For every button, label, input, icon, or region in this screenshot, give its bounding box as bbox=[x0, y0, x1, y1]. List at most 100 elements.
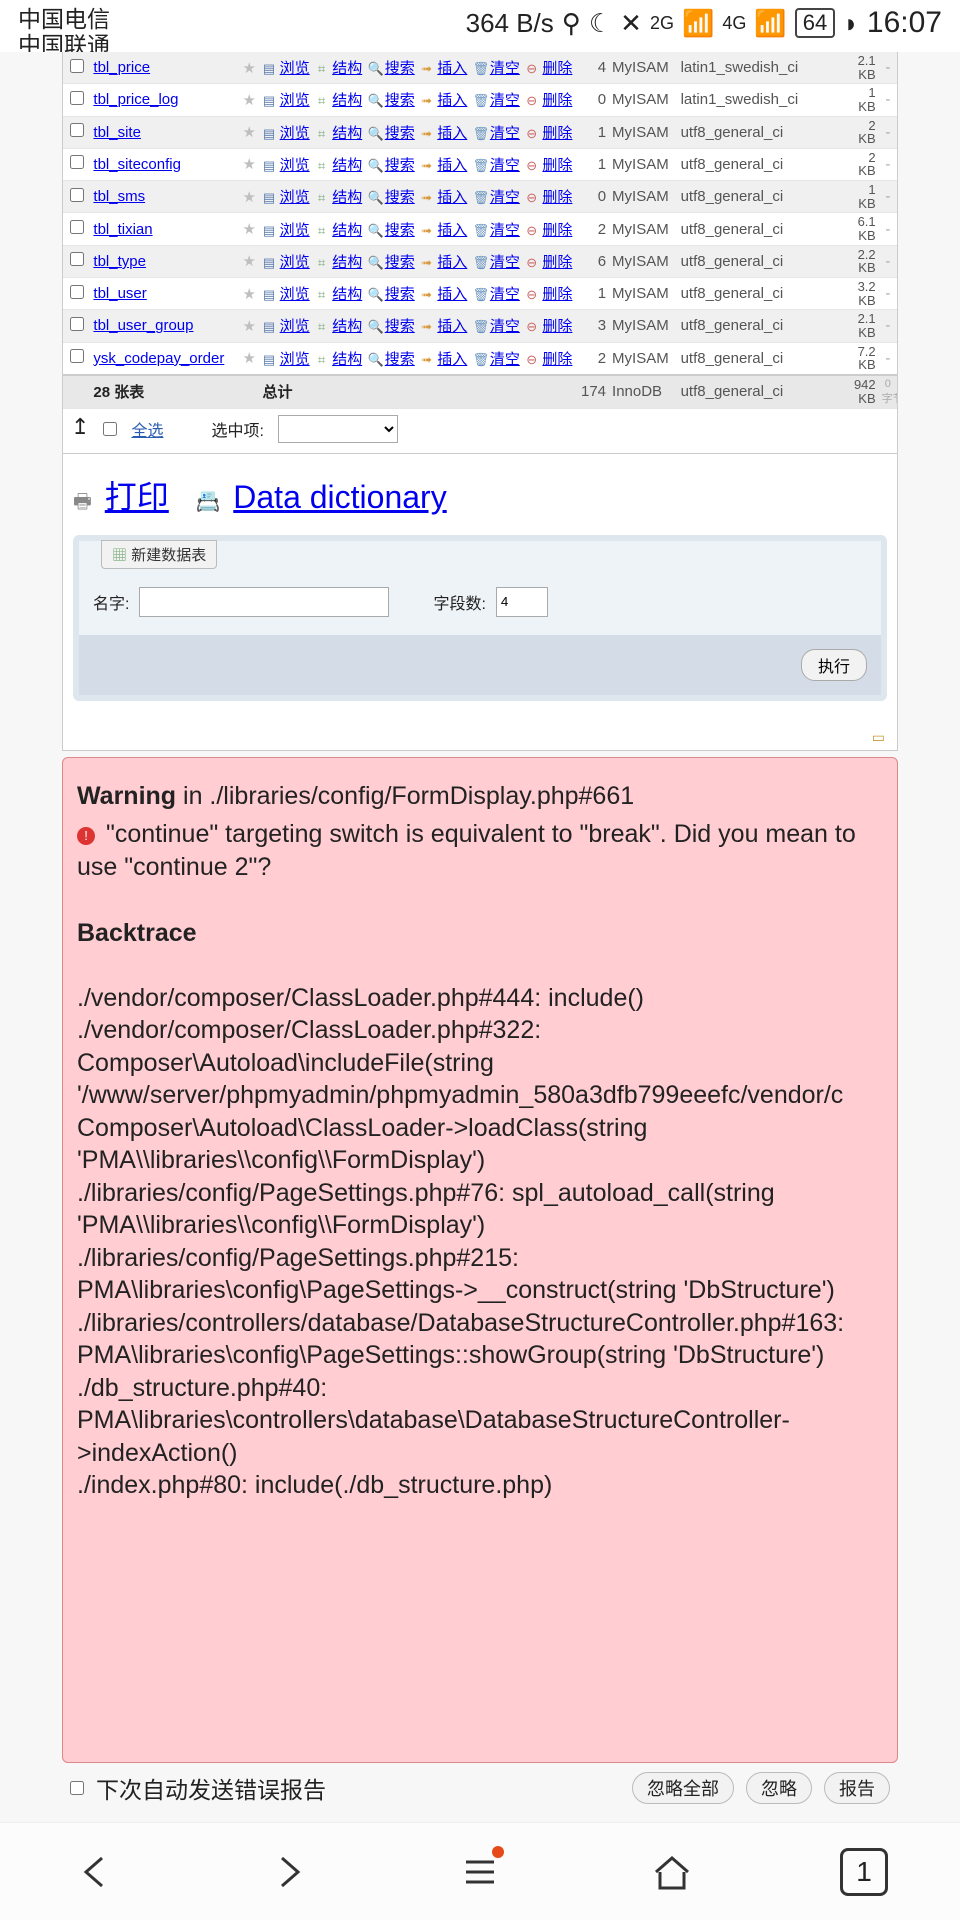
search-link[interactable]: 搜索 bbox=[385, 222, 415, 239]
structure-link[interactable]: 结构 bbox=[332, 351, 362, 368]
browse-link[interactable]: 浏览 bbox=[280, 222, 310, 239]
insert-link[interactable]: 插入 bbox=[437, 189, 467, 206]
structure-link[interactable]: 结构 bbox=[332, 92, 362, 109]
row-checkbox[interactable] bbox=[70, 349, 84, 363]
favorite-star[interactable]: ★ bbox=[239, 116, 260, 148]
insert-link[interactable]: 插入 bbox=[437, 254, 467, 271]
ignore-button[interactable]: 忽略 bbox=[746, 1772, 812, 1804]
table-name-link[interactable]: tbl_price_log bbox=[93, 91, 178, 108]
insert-link[interactable]: 插入 bbox=[437, 125, 467, 142]
search-link[interactable]: 搜索 bbox=[385, 60, 415, 77]
columns-count-input[interactable] bbox=[496, 587, 548, 617]
search-link[interactable]: 搜索 bbox=[385, 254, 415, 271]
empty-link[interactable]: 清空 bbox=[490, 60, 520, 77]
drop-link[interactable]: 删除 bbox=[542, 189, 572, 206]
structure-link[interactable]: 结构 bbox=[332, 189, 362, 206]
empty-link[interactable]: 清空 bbox=[490, 254, 520, 271]
row-checkbox[interactable] bbox=[70, 285, 84, 299]
browse-link[interactable]: 浏览 bbox=[280, 157, 310, 174]
table-name-link[interactable]: tbl_sms bbox=[93, 188, 145, 205]
structure-link[interactable]: 结构 bbox=[332, 157, 362, 174]
drop-link[interactable]: 删除 bbox=[542, 351, 572, 368]
row-checkbox[interactable] bbox=[70, 220, 84, 234]
insert-link[interactable]: 插入 bbox=[437, 92, 467, 109]
home-button[interactable] bbox=[644, 1844, 700, 1900]
structure-link[interactable]: 结构 bbox=[332, 222, 362, 239]
options-marker[interactable]: ▭ bbox=[63, 725, 897, 750]
search-link[interactable]: 搜索 bbox=[385, 318, 415, 335]
favorite-star[interactable]: ★ bbox=[239, 148, 260, 180]
menu-button[interactable] bbox=[452, 1844, 508, 1900]
insert-link[interactable]: 插入 bbox=[437, 157, 467, 174]
browse-link[interactable]: 浏览 bbox=[280, 60, 310, 77]
insert-link[interactable]: 插入 bbox=[437, 60, 467, 77]
browse-link[interactable]: 浏览 bbox=[280, 351, 310, 368]
drop-link[interactable]: 删除 bbox=[542, 92, 572, 109]
row-checkbox[interactable] bbox=[70, 59, 84, 73]
empty-link[interactable]: 清空 bbox=[490, 125, 520, 142]
execute-button[interactable]: 执行 bbox=[801, 649, 867, 681]
drop-link[interactable]: 删除 bbox=[542, 125, 572, 142]
empty-link[interactable]: 清空 bbox=[490, 318, 520, 335]
empty-link[interactable]: 清空 bbox=[490, 286, 520, 303]
table-name-link[interactable]: tbl_user_group bbox=[93, 317, 193, 334]
empty-link[interactable]: 清空 bbox=[490, 351, 520, 368]
browse-link[interactable]: 浏览 bbox=[280, 92, 310, 109]
browse-link[interactable]: 浏览 bbox=[280, 318, 310, 335]
favorite-star[interactable]: ★ bbox=[239, 310, 260, 342]
favorite-star[interactable]: ★ bbox=[239, 84, 260, 116]
search-link[interactable]: 搜索 bbox=[385, 92, 415, 109]
favorite-star[interactable]: ★ bbox=[239, 52, 260, 84]
search-link[interactable]: 搜索 bbox=[385, 286, 415, 303]
empty-link[interactable]: 清空 bbox=[490, 222, 520, 239]
table-name-input[interactable] bbox=[139, 587, 389, 617]
drop-link[interactable]: 删除 bbox=[542, 286, 572, 303]
favorite-star[interactable]: ★ bbox=[239, 181, 260, 213]
row-checkbox[interactable] bbox=[70, 91, 84, 105]
table-name-link[interactable]: tbl_tixian bbox=[93, 221, 152, 238]
table-name-link[interactable]: tbl_siteconfig bbox=[93, 156, 181, 173]
browse-link[interactable]: 浏览 bbox=[280, 286, 310, 303]
favorite-star[interactable]: ★ bbox=[239, 342, 260, 375]
table-name-link[interactable]: tbl_site bbox=[93, 124, 141, 141]
report-button[interactable]: 报告 bbox=[824, 1772, 890, 1804]
table-name-link[interactable]: tbl_type bbox=[93, 253, 146, 270]
favorite-star[interactable]: ★ bbox=[239, 245, 260, 277]
data-dictionary-link[interactable]: Data dictionary bbox=[233, 479, 446, 515]
forward-button[interactable] bbox=[260, 1844, 316, 1900]
structure-link[interactable]: 结构 bbox=[332, 254, 362, 271]
drop-link[interactable]: 删除 bbox=[542, 318, 572, 335]
row-checkbox[interactable] bbox=[70, 123, 84, 137]
structure-link[interactable]: 结构 bbox=[332, 60, 362, 77]
drop-link[interactable]: 删除 bbox=[542, 222, 572, 239]
insert-link[interactable]: 插入 bbox=[437, 351, 467, 368]
favorite-star[interactable]: ★ bbox=[239, 213, 260, 245]
table-name-link[interactable]: ysk_codepay_order bbox=[93, 350, 224, 367]
search-link[interactable]: 搜索 bbox=[385, 157, 415, 174]
browse-link[interactable]: 浏览 bbox=[280, 189, 310, 206]
browse-link[interactable]: 浏览 bbox=[280, 254, 310, 271]
table-name-link[interactable]: tbl_user bbox=[93, 285, 146, 302]
empty-link[interactable]: 清空 bbox=[490, 157, 520, 174]
favorite-star[interactable]: ★ bbox=[239, 277, 260, 309]
structure-link[interactable]: 结构 bbox=[332, 318, 362, 335]
check-all-link[interactable]: 全选 bbox=[131, 417, 163, 441]
bulk-action-select[interactable] bbox=[278, 415, 398, 443]
auto-report-checkbox[interactable] bbox=[70, 1781, 84, 1795]
search-link[interactable]: 搜索 bbox=[385, 351, 415, 368]
back-button[interactable] bbox=[68, 1844, 124, 1900]
row-checkbox[interactable] bbox=[70, 317, 84, 331]
drop-link[interactable]: 删除 bbox=[542, 60, 572, 77]
search-link[interactable]: 搜索 bbox=[385, 189, 415, 206]
insert-link[interactable]: 插入 bbox=[437, 222, 467, 239]
structure-link[interactable]: 结构 bbox=[332, 125, 362, 142]
drop-link[interactable]: 删除 bbox=[542, 157, 572, 174]
table-name-link[interactable]: tbl_price bbox=[93, 59, 150, 76]
row-checkbox[interactable] bbox=[70, 252, 84, 266]
browse-link[interactable]: 浏览 bbox=[280, 125, 310, 142]
row-checkbox[interactable] bbox=[70, 188, 84, 202]
row-checkbox[interactable] bbox=[70, 155, 84, 169]
empty-link[interactable]: 清空 bbox=[490, 189, 520, 206]
structure-link[interactable]: 结构 bbox=[332, 286, 362, 303]
check-all-box[interactable] bbox=[103, 422, 117, 436]
